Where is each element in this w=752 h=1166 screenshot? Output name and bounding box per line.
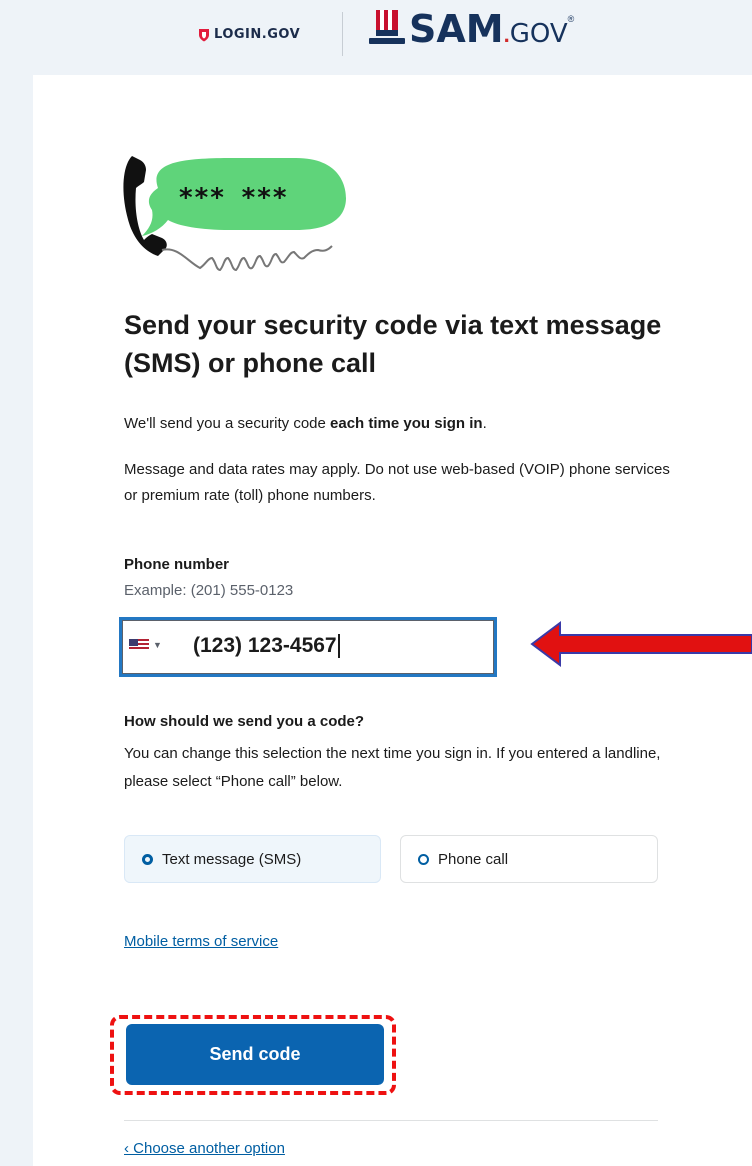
phone-number-label: Phone number [124,556,230,573]
rates-notice: Message and data rates may apply. Do not… [124,461,670,504]
section-divider [124,1120,658,1121]
shield-icon [199,28,209,41]
radio-phone-call[interactable]: Phone call [400,835,658,883]
sam-wordmark: SAM [409,7,504,51]
page-title: Send your security code via text message… [124,310,662,378]
phone-number-input[interactable]: ▼ (123) 123-4567 [122,620,494,674]
login-gov-logo: LOGIN.GOV [198,27,300,42]
intro-prefix: We'll send you a security code [124,415,331,432]
radio-phone-call-label: Phone call [438,850,509,868]
login-gov-wordmark: LOGIN.GOV [214,27,301,42]
send-code-button[interactable]: Send code [126,1024,384,1085]
us-flag-icon [129,639,149,651]
delivery-method-description: You can change this selection the next t… [124,745,661,790]
site-header: LOGIN.GOV SAM . GOV ® [0,0,752,70]
radio-circle-icon [418,853,429,865]
uncle-sam-hat-icon [369,10,405,44]
sam-gov-suffix: GOV [509,19,568,49]
intro-suffix: . [482,415,487,432]
radio-circle-icon [142,853,153,865]
sam-gov-logo: SAM . GOV ® [369,8,574,48]
radio-text-message-label: Text message (SMS) [162,850,302,868]
phone-number-hint: Example: (201) 555-0123 [124,582,294,599]
mobile-terms-link[interactable]: Mobile terms of service [124,933,278,950]
choose-another-option-link[interactable]: ‹ Choose another option [124,1140,285,1157]
logo-divider [342,12,343,56]
caret-down-icon: ▼ [153,640,162,650]
phone-speech-bubble-icon: *** *** [123,156,346,272]
intro-emphasis: each time you sign in [330,415,483,432]
intro-text: We'll send you a security code each time… [124,415,487,432]
registered-mark: ® [567,14,575,24]
phone-number-value: (123) 123-4567 [193,634,340,658]
annotation-arrow-icon [530,621,752,667]
country-code-select[interactable]: ▼ [129,639,162,651]
radio-text-message[interactable]: Text message (SMS) [124,835,381,883]
bubble-masked-code: *** *** [178,183,288,213]
delivery-method-question: How should we send you a code? [124,713,365,730]
